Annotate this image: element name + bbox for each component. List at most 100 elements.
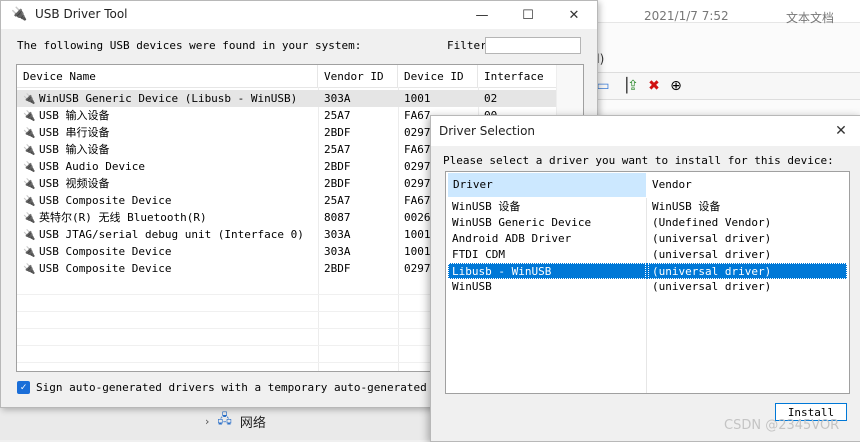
sign-drivers-label: Sign auto-generated drivers with a tempo… <box>36 381 467 394</box>
cell-text: USB Composite Device <box>39 194 172 207</box>
driver-vendor-cell: (universal driver) <box>648 263 847 279</box>
column-driver[interactable]: Driver <box>448 173 646 197</box>
device-name-cell: 🔌 USB Composite Device <box>23 243 315 260</box>
driver-vendor-cell: (universal driver) <box>652 248 772 261</box>
device-name-cell: 🔌 USB 输入设备 <box>23 141 315 158</box>
driver-name-cell: WinUSB Generic Device <box>452 216 592 229</box>
cell-text: 1001 <box>404 92 431 105</box>
usb-plug-icon: 🔌 <box>23 230 36 241</box>
cell-text: 0297 <box>404 160 431 173</box>
driver-row[interactable]: WinUSB 设备 WinUSB 设备 <box>448 199 847 215</box>
driver-row[interactable]: Libusb - WinUSB (universal driver) <box>448 263 847 279</box>
close-icon: ✕ <box>835 123 847 139</box>
cell-text: 1001 <box>404 245 431 258</box>
cell-text: 0297 <box>404 177 431 190</box>
driver-name-cell: Android ADB Driver <box>452 232 572 245</box>
cell-text: 303A <box>324 92 351 105</box>
cell-text: 2BDF <box>324 177 351 190</box>
usb-plug-icon: 🔌 <box>23 264 36 275</box>
column-vendor[interactable]: Vendor <box>648 173 848 197</box>
cell-text: FA67 <box>404 143 431 156</box>
driver-name-cell: WinUSB 设备 <box>452 200 521 213</box>
usb-plug-icon: 🔌 <box>23 111 36 122</box>
download-icon[interactable]: ⊕ <box>667 77 685 95</box>
driver-list[interactable]: Driver Vendor WinUSB 设备 WinUSB 设备 WinUSB G… <box>445 171 850 394</box>
close-icon: ✕ <box>568 7 580 23</box>
sign-drivers-option[interactable]: ✓ Sign auto-generated drivers with a tem… <box>17 381 466 394</box>
driver-info-text: Please select a driver you want to insta… <box>443 154 834 167</box>
driver-row[interactable]: WinUSB (universal driver) <box>448 279 847 295</box>
dialog-close-button[interactable]: ✕ <box>821 116 860 146</box>
usb-plug-icon: 🔌 <box>23 247 36 258</box>
column-device-id[interactable]: Device ID <box>398 65 478 87</box>
cell-text: USB 输入设备 <box>39 143 110 156</box>
device-id-cell: 1001 <box>404 90 476 107</box>
device-row[interactable]: 🔌 WinUSB Generic Device (Libusb - WinUSB)… <box>17 90 559 107</box>
vendor-id-cell: 8087 <box>324 209 396 226</box>
cell-text: 0026 <box>404 211 431 224</box>
cell-text: 英特尔(R) 无线 Bluetooth(R) <box>39 211 207 224</box>
maximize-icon: ☐ <box>522 7 534 23</box>
nav-item-network[interactable]: › 🖧 网络 <box>205 410 266 432</box>
cell-text: 2BDF <box>324 262 351 275</box>
driver-row[interactable]: WinUSB Generic Device (Undefined Vendor) <box>448 215 847 231</box>
dialog-title: Driver Selection <box>439 124 536 138</box>
cell-text: WinUSB Generic Device (Libusb - WinUSB) <box>39 92 298 105</box>
vendor-id-cell: 303A <box>324 226 396 243</box>
cell-text: 25A7 <box>324 143 351 156</box>
nav-item-label: 网络 <box>239 415 266 431</box>
usb-plug-icon: 🔌 <box>23 145 36 156</box>
cell-text: FA67 <box>404 194 431 207</box>
vendor-id-cell: 2BDF <box>324 158 396 175</box>
vendor-id-cell: 25A7 <box>324 141 396 158</box>
window-title: USB Driver Tool <box>35 7 128 21</box>
delete-icon[interactable]: ✖ <box>645 77 663 95</box>
vendor-id-cell: 303A <box>324 90 396 107</box>
vendor-id-cell: 25A7 <box>324 192 396 209</box>
usb-plug-icon: 🔌 <box>23 94 36 105</box>
device-name-cell: 🔌 英特尔(R) 无线 Bluetooth(R) <box>23 209 315 226</box>
file-date: 2021/1/7 7:52 <box>644 9 729 23</box>
file-type: 文本文档 <box>786 11 835 25</box>
vendor-id-cell: 2BDF <box>324 260 396 277</box>
cell-text: USB 视频设备 <box>39 177 110 190</box>
filter-input[interactable] <box>485 37 581 54</box>
minimize-icon: — <box>475 7 489 23</box>
cell-text: USB 串行设备 <box>39 126 110 139</box>
driver-vendor-cell: WinUSB 设备 <box>652 200 721 213</box>
driver-vendor-cell: (universal driver) <box>652 232 772 245</box>
driver-row[interactable]: FTDI CDM (universal driver) <box>448 247 847 263</box>
column-interface[interactable]: Interface <box>478 65 559 87</box>
vendor-id-cell: 303A <box>324 243 396 260</box>
close-button[interactable]: ✕ <box>551 1 597 29</box>
minimize-button[interactable]: — <box>459 1 505 29</box>
device-name-cell: 🔌 USB 视频设备 <box>23 175 315 192</box>
device-name-cell: 🔌 WinUSB Generic Device (Libusb - WinUSB) <box>23 90 315 107</box>
titlebar: 🔌 USB Driver Tool — ☐ ✕ <box>1 1 597 29</box>
column-vendor-id[interactable]: Vendor ID <box>318 65 398 87</box>
cell-text: 25A7 <box>324 109 351 122</box>
column-device-name[interactable]: Device Name <box>17 65 318 87</box>
maximize-button[interactable]: ☐ <box>505 1 551 29</box>
driver-vendor-cell: (Undefined Vendor) <box>652 216 772 229</box>
cell-text: USB Composite Device <box>39 245 172 258</box>
cell-text: 2BDF <box>324 160 351 173</box>
vendor-id-cell: 2BDF <box>324 175 396 192</box>
driver-name-cell: WinUSB <box>452 280 492 293</box>
usb-plug-icon: 🔌 <box>23 162 36 173</box>
device-list-header: Device Name Vendor ID Device ID Interfac… <box>17 65 559 88</box>
cell-text: 303A <box>324 228 351 241</box>
sign-drivers-checkbox[interactable]: ✓ <box>17 381 30 394</box>
device-name-cell: 🔌 USB 串行设备 <box>23 124 315 141</box>
driver-selection-dialog: Driver Selection ✕ Please select a drive… <box>430 115 860 442</box>
devices-info-text: The following USB devices were found in … <box>17 39 362 52</box>
background-header: 2021/1/7 7:52 文本文档 <box>590 0 860 25</box>
driver-row[interactable]: Android ADB Driver (universal driver) <box>448 231 847 247</box>
driver-name-cell: FTDI CDM <box>452 248 505 261</box>
interface-cell: 02 <box>484 90 556 107</box>
filter-label: Filter <box>447 39 487 52</box>
usb-plug-icon: 🔌 <box>23 196 36 207</box>
chevron-right-icon[interactable]: › <box>205 415 209 428</box>
install-driver-icon[interactable]: ⇪ <box>624 77 642 95</box>
cell-text: USB Audio Device <box>39 160 145 173</box>
